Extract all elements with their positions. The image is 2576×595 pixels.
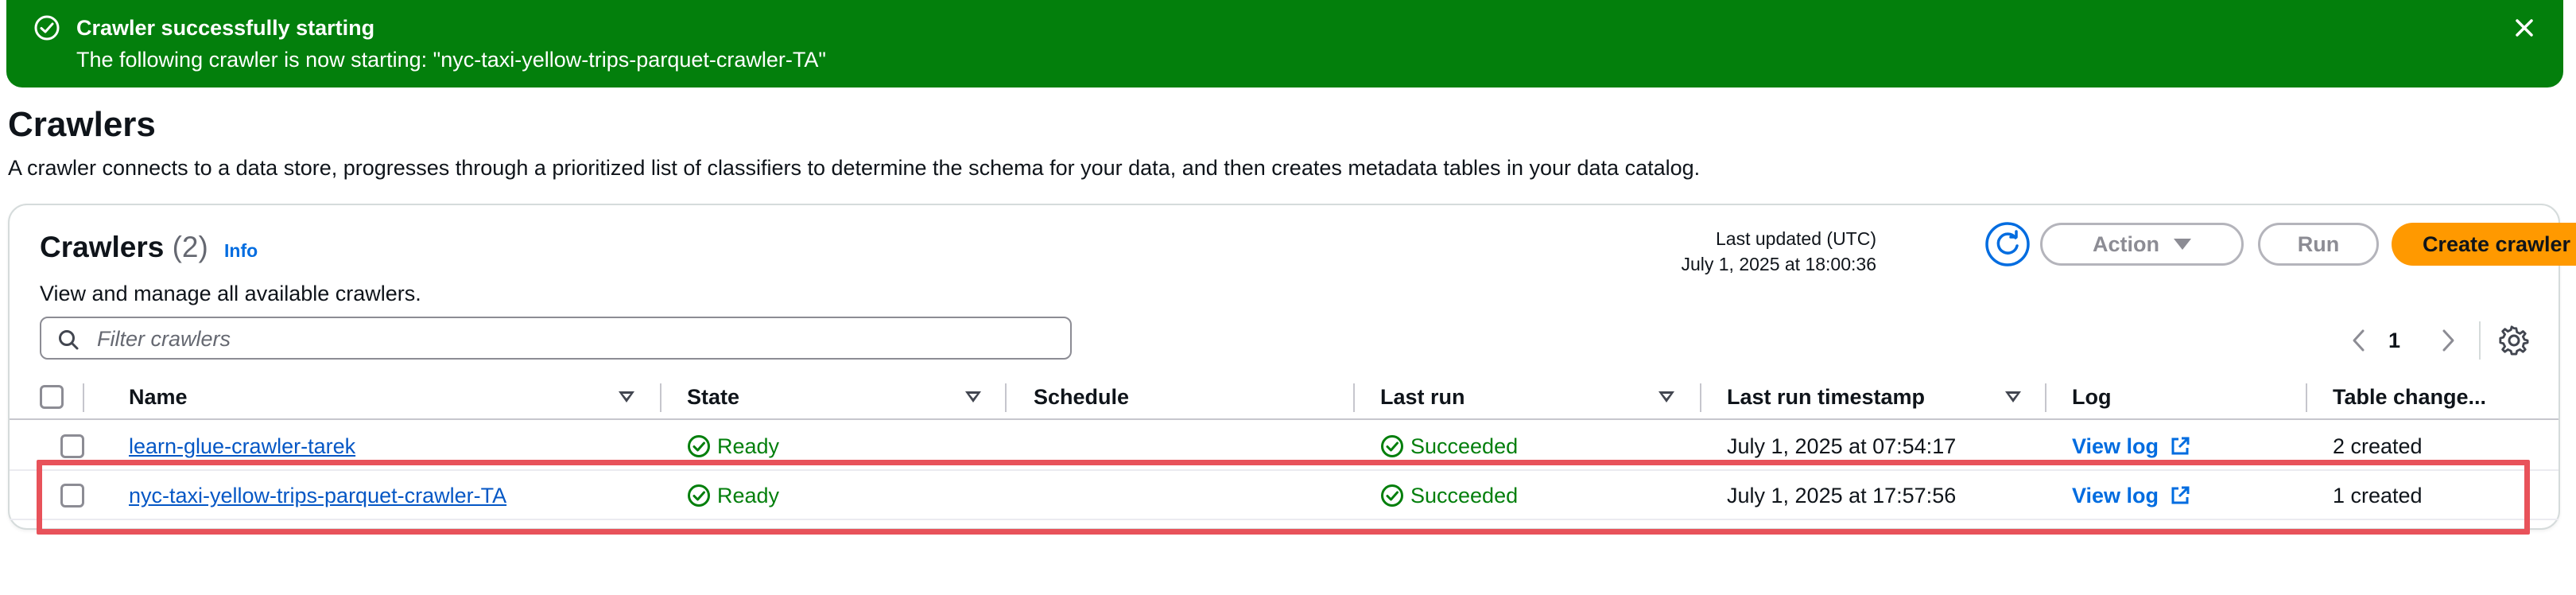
page-description: A crawler connects to a data store, prog… (8, 156, 1701, 180)
column-divider (1353, 383, 1355, 412)
action-label: Action (2093, 231, 2159, 256)
column-header-name[interactable]: Name (129, 383, 188, 410)
last-updated-value: July 1, 2025 at 18:00:36 (1681, 254, 1876, 274)
chevron-right-icon[interactable] (2436, 326, 2460, 355)
state-status: Ready (687, 433, 779, 460)
run-button[interactable]: Run (2258, 223, 2379, 266)
crawler-count: (2) (172, 231, 208, 263)
table-changes-cell: 2 created (2333, 434, 2423, 458)
crawler-name-link[interactable]: nyc-taxi-yellow-trips-parquet-crawler-TA (129, 482, 506, 509)
column-divider (83, 383, 84, 412)
column-header-last-run-timestamp[interactable]: Last run timestamp (1727, 383, 1925, 410)
pager-divider (2479, 321, 2481, 360)
sort-icon[interactable] (2005, 391, 2021, 402)
last-run-text: Succeeded (1410, 434, 1519, 458)
action-dropdown-button[interactable]: Action (2040, 223, 2244, 266)
column-header-last-run[interactable]: Last run (1380, 383, 1465, 410)
flash-message: The following crawler is now starting: "… (76, 48, 826, 72)
column-header-schedule[interactable]: Schedule (1034, 383, 1129, 410)
filter-field[interactable] (40, 317, 1072, 360)
state-text: Ready (717, 484, 780, 508)
last-run-status: Succeeded (1380, 482, 1518, 509)
refresh-icon[interactable] (1984, 221, 2031, 267)
table-changes-cell: 1 created (2333, 484, 2423, 508)
chevron-left-icon[interactable] (2347, 326, 2371, 355)
status-positive-icon (1381, 484, 1403, 507)
view-log-text: View log (2072, 484, 2159, 508)
table-header: Name State Schedule Last run Last run ti… (10, 372, 2559, 420)
last-updated: Last updated (UTC) July 1, 2025 at 18:00… (1681, 226, 1876, 277)
external-link-icon (2171, 486, 2190, 504)
gear-icon[interactable] (2498, 325, 2530, 356)
table-row: learn-glue-crawler-tarek Ready Succeeded… (10, 422, 2559, 471)
sort-icon[interactable] (965, 391, 981, 402)
crawlers-table-container: Crawlers (2) Info View and manage all av… (8, 204, 2576, 530)
row-checkbox[interactable] (60, 434, 84, 458)
page-title: Crawlers (8, 105, 156, 144)
column-header-log[interactable]: Log (2072, 383, 2111, 410)
success-flash-banner: Crawler successfully starting The follow… (6, 0, 2563, 88)
column-header-table-changes[interactable]: Table change... (2333, 383, 2486, 410)
column-divider (660, 383, 661, 412)
column-header-state[interactable]: State (687, 383, 739, 410)
caret-down-icon (2174, 239, 2191, 250)
select-all-checkbox[interactable] (40, 385, 64, 409)
status-positive-icon (688, 484, 710, 507)
table-row: nyc-taxi-yellow-trips-parquet-crawler-TA… (10, 471, 2559, 520)
table-title: Crawlers (2) (40, 229, 208, 266)
state-status: Ready (687, 482, 779, 509)
column-divider (2306, 383, 2307, 412)
external-link-icon (2171, 437, 2190, 455)
create-crawler-button[interactable]: Create crawler (2392, 223, 2576, 266)
column-divider (2045, 383, 2046, 412)
status-positive-icon (1381, 435, 1403, 457)
info-link[interactable]: Info (224, 240, 258, 262)
last-run-timestamp: July 1, 2025 at 07:54:17 (1727, 434, 1957, 458)
last-run-timestamp: July 1, 2025 at 17:57:56 (1727, 484, 1957, 508)
sort-icon[interactable] (1658, 391, 1674, 402)
column-divider (1005, 383, 1007, 412)
table-title-text: Crawlers (40, 231, 165, 263)
view-log-link[interactable]: View log (2072, 482, 2192, 509)
crawler-name-link[interactable]: learn-glue-crawler-tarek (129, 433, 355, 460)
view-log-text: View log (2072, 434, 2159, 458)
close-icon[interactable] (2509, 13, 2539, 43)
table-description: View and manage all available crawlers. (40, 282, 421, 305)
column-divider (1700, 383, 1701, 412)
view-log-link[interactable]: View log (2072, 433, 2192, 460)
filter-crawlers-input[interactable] (97, 325, 1051, 353)
state-text: Ready (717, 434, 780, 458)
last-updated-label: Last updated (UTC) (1716, 228, 1876, 249)
status-positive-icon (688, 435, 710, 457)
sort-icon[interactable] (619, 391, 634, 402)
search-icon (59, 330, 79, 350)
flash-title: Crawler successfully starting (76, 16, 375, 40)
status-positive-icon (34, 15, 60, 41)
last-run-status: Succeeded (1380, 433, 1518, 460)
row-checkbox[interactable] (60, 484, 84, 508)
last-run-text: Succeeded (1410, 484, 1519, 508)
page-number[interactable]: 1 (2388, 326, 2400, 355)
